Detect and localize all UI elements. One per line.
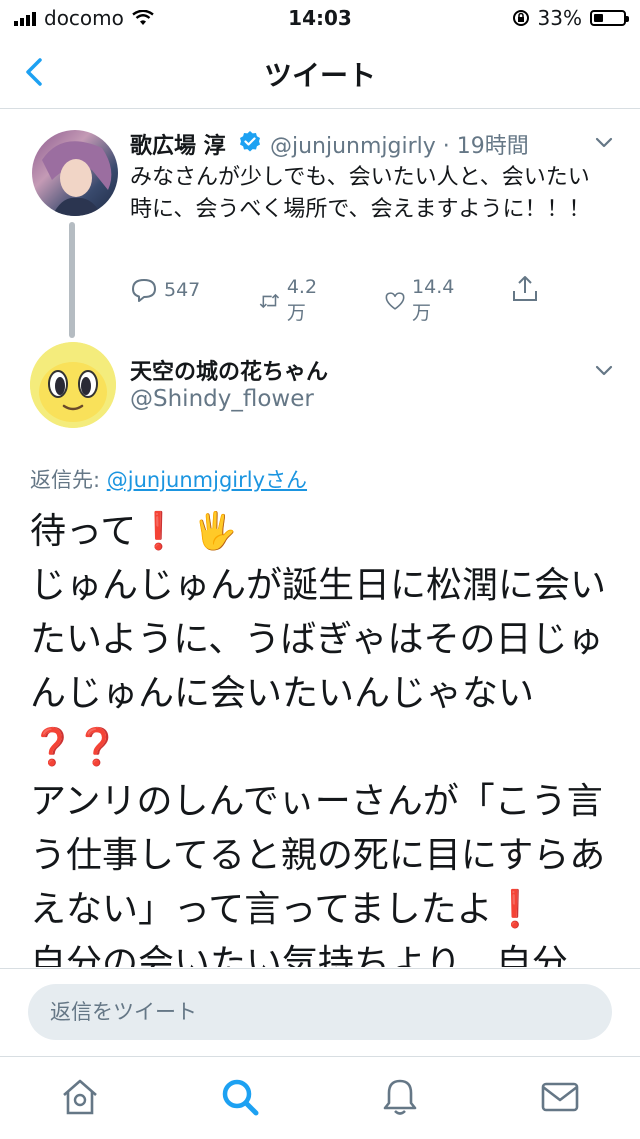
- retweet-icon: [259, 293, 280, 308]
- question-emoji: ❓: [74, 727, 120, 768]
- retweet-count: 4.2万: [286, 276, 318, 324]
- avatar[interactable]: [30, 342, 116, 428]
- status-bar: docomo 14:03 33%: [0, 0, 640, 36]
- text-line: 待って❗ 🖐: [30, 511, 238, 552]
- nav-header: ツイート: [0, 36, 640, 109]
- page-title: ツイート: [263, 59, 376, 92]
- chevron-down-icon[interactable]: [592, 130, 616, 154]
- author-handle[interactable]: @Shindy_flower: [130, 386, 314, 412]
- question-emoji: ❓: [30, 727, 75, 768]
- verified-badge-icon: [240, 131, 260, 152]
- messages-icon[interactable]: [538, 1075, 582, 1119]
- retweet-action[interactable]: 4.2万: [258, 276, 324, 325]
- author-handle-time[interactable]: @junjunmjgirly · 19時間: [270, 128, 529, 160]
- battery-icon: [590, 10, 629, 26]
- battery-percent: 33%: [537, 6, 582, 30]
- like-count: 14.4万: [412, 276, 455, 324]
- reply-bar: 返信をツイート: [0, 968, 640, 1057]
- tab-bar: [0, 1056, 640, 1139]
- search-icon[interactable]: [218, 1075, 262, 1119]
- reply-icon: [132, 279, 156, 302]
- raised-hand-emoji: 🖐: [192, 511, 238, 552]
- reply-to-label: 返信先:: [30, 468, 107, 492]
- tweet-text: みなさんが少しでも、会いたい人と、会いたい時に、会うべく場所で、会えますように！…: [130, 165, 591, 222]
- exclamation-emoji: ❗: [492, 889, 538, 930]
- avatar[interactable]: [32, 130, 118, 216]
- reply-to-link[interactable]: @junjunmjgirlyさん: [107, 468, 307, 492]
- author-name[interactable]: 天空の城の花ちゃん: [130, 354, 328, 386]
- home-icon[interactable]: [58, 1075, 102, 1119]
- reply-count: 547: [164, 279, 201, 301]
- like-action[interactable]: 14.4万: [384, 276, 460, 325]
- reply-action[interactable]: 547: [130, 276, 200, 304]
- chevron-down-icon[interactable]: [592, 358, 616, 382]
- orientation-lock-icon: [512, 10, 529, 26]
- back-button[interactable]: [14, 50, 54, 94]
- exclamation-emoji: ❗: [136, 511, 182, 552]
- reply-to: 返信先: @junjunmjgirlyさん: [30, 464, 307, 494]
- thread-line: [69, 222, 75, 338]
- tweet-text: 待って❗ 🖐 じゅんじゅんが誕生日に松潤に会いたいように、うばぎゃはその日じゅん…: [30, 505, 620, 967]
- text-line: じゅんじゅんが誕生日に松潤に会いたいように、うばぎゃはその日じゅんじゅんに会いた…: [30, 565, 607, 768]
- notifications-icon[interactable]: [378, 1075, 422, 1119]
- text-line: 自分の会いたい気持ちより、自分: [30, 943, 568, 967]
- text-line: アンリのしんでぃーさんが「こう言う仕事してると親の死に目にすらあえない」って言っ…: [30, 781, 606, 930]
- heart-icon: [385, 291, 405, 310]
- author-name[interactable]: 歌広場 淳: [130, 128, 226, 160]
- reply-input[interactable]: 返信をツイート: [28, 984, 612, 1040]
- share-icon[interactable]: [510, 274, 540, 304]
